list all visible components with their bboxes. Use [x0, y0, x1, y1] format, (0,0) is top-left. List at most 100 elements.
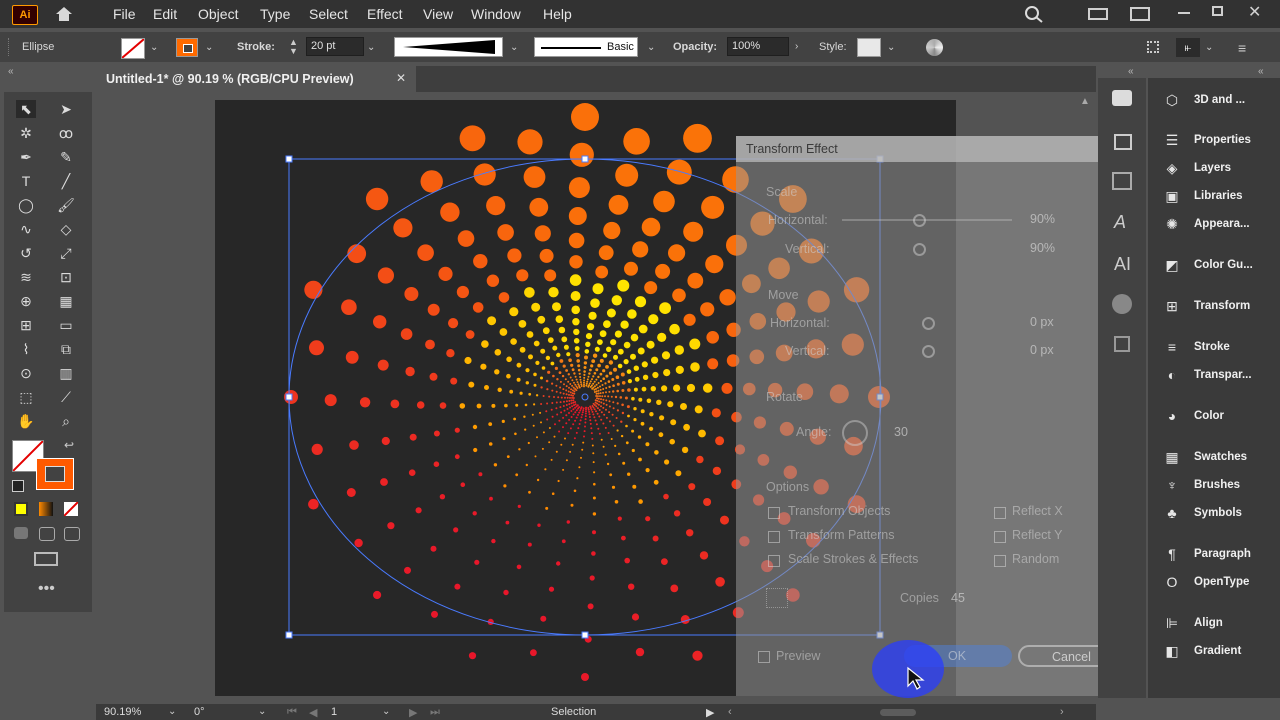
- align-options-icon[interactable]: ⫦: [1176, 38, 1200, 57]
- profile-dropdown-icon[interactable]: ⌄: [510, 42, 518, 53]
- panel-color-gu[interactable]: ◩ Color Gu...: [1148, 253, 1280, 279]
- character-icon[interactable]: A: [1114, 212, 1126, 233]
- opacity-label[interactable]: Opacity:: [673, 41, 717, 53]
- transform-patterns-checkbox[interactable]: [768, 531, 780, 543]
- menu-view[interactable]: View: [423, 6, 453, 22]
- arrange-icon[interactable]: [1147, 41, 1159, 53]
- close-window-icon[interactable]: ✕: [1248, 2, 1261, 22]
- fill-swatch[interactable]: [121, 38, 145, 59]
- transform-objects-checkbox[interactable]: [768, 507, 780, 519]
- stroke-weight-dropdown-icon[interactable]: ⌄: [367, 42, 375, 53]
- gradient-mode-icon[interactable]: [39, 502, 53, 516]
- bounding-box-handle[interactable]: [581, 155, 589, 163]
- zoom-dropdown-icon[interactable]: ⌄: [168, 706, 176, 717]
- reference-point-icon[interactable]: [766, 588, 788, 608]
- export-icon[interactable]: [1114, 134, 1132, 150]
- scale-horizontal-slider[interactable]: [842, 219, 1012, 221]
- move-vertical-thumb[interactable]: [922, 345, 935, 358]
- gradient-tool-icon[interactable]: ▭: [56, 316, 76, 334]
- zoom-level[interactable]: 90.19%: [104, 706, 141, 718]
- align-dropdown-icon[interactable]: ⌄: [1205, 42, 1213, 53]
- stroke-weight-input[interactable]: 20 pt: [306, 37, 364, 56]
- default-colors-icon[interactable]: [12, 480, 24, 492]
- appearance-strip-icon[interactable]: [1112, 294, 1132, 314]
- menu-help[interactable]: Help: [543, 6, 572, 22]
- symbol-sprayer-tool-icon[interactable]: ⊙: [16, 364, 36, 382]
- edit-toolbar-icon[interactable]: •••: [38, 580, 55, 598]
- brush-definition[interactable]: Basic: [534, 37, 638, 57]
- panel-3d-and[interactable]: ⬡ 3D and ...: [1148, 88, 1280, 114]
- panel-brushes[interactable]: ♆ Brushes: [1148, 473, 1280, 499]
- fill-dropdown-icon[interactable]: ⌄: [150, 42, 158, 53]
- workspace-icon[interactable]: [1088, 8, 1108, 20]
- next-artboard-icon[interactable]: ▶: [409, 706, 417, 719]
- zoom-tool-icon[interactable]: ⌕: [56, 412, 76, 430]
- recolor-artwork-icon[interactable]: [926, 39, 943, 56]
- scale-vertical-thumb[interactable]: [913, 243, 926, 256]
- bounding-box-handle[interactable]: [581, 631, 589, 639]
- panel-color[interactable]: ◕ Color: [1148, 404, 1280, 430]
- eraser-tool-icon[interactable]: ◇: [56, 220, 76, 238]
- color-mode-icon[interactable]: [14, 502, 28, 516]
- bounding-box-handle[interactable]: [285, 393, 293, 401]
- move-horizontal-value[interactable]: 0 px: [1030, 315, 1054, 329]
- draw-inside-icon[interactable]: [64, 527, 80, 541]
- angle-value[interactable]: 30: [894, 425, 908, 439]
- home-icon[interactable]: [54, 5, 74, 23]
- restore-icon[interactable]: [1212, 6, 1223, 16]
- reflect-x-checkbox[interactable]: [994, 507, 1006, 519]
- first-artboard-icon[interactable]: ⏮: [287, 706, 297, 719]
- panel-symbols[interactable]: ♣ Symbols: [1148, 501, 1280, 527]
- artboard-number[interactable]: 1: [331, 706, 337, 718]
- menu-effect[interactable]: Effect: [367, 6, 403, 22]
- paintbrush-tool-icon[interactable]: 🖌: [56, 196, 76, 214]
- opacity-expand-icon[interactable]: ›: [795, 41, 798, 52]
- tools-collapse-icon[interactable]: «: [8, 66, 14, 77]
- direct-selection-tool-icon[interactable]: ➤: [56, 100, 76, 118]
- perspective-grid-tool-icon[interactable]: ▦: [56, 292, 76, 310]
- menu-edit[interactable]: Edit: [153, 6, 177, 22]
- prev-artboard-icon[interactable]: ◀: [309, 706, 317, 719]
- stroke-swatch[interactable]: [176, 38, 198, 57]
- shaper-tool-icon[interactable]: ∿: [16, 220, 36, 238]
- draw-normal-icon[interactable]: [14, 527, 28, 539]
- stroke-color-box[interactable]: [36, 458, 74, 490]
- ellipse-tool-icon[interactable]: ◯: [16, 196, 36, 214]
- bounding-box-handle[interactable]: [285, 631, 293, 639]
- bounding-box-handle[interactable]: [285, 155, 293, 163]
- panel-paragraph[interactable]: ¶ Paragraph: [1148, 542, 1280, 568]
- blend-tool-icon[interactable]: ⧉: [56, 340, 76, 358]
- comments-icon[interactable]: [1112, 90, 1132, 106]
- free-transform-tool-icon[interactable]: ⊡: [56, 268, 76, 286]
- dialog-title-bar[interactable]: Transform Effect: [736, 136, 1144, 162]
- preview-checkbox[interactable]: [758, 651, 770, 663]
- document-close-icon[interactable]: ✕: [396, 71, 406, 85]
- rotation-value[interactable]: 0°: [194, 706, 205, 718]
- rotate-tool-icon[interactable]: ↺: [16, 244, 36, 262]
- type-tool-icon[interactable]: T: [16, 172, 36, 190]
- links-icon[interactable]: [1114, 336, 1130, 352]
- eyedropper-tool-icon[interactable]: ⌇: [16, 340, 36, 358]
- panel-layers[interactable]: ◈ Layers: [1148, 156, 1280, 182]
- random-checkbox[interactable]: [994, 555, 1006, 567]
- swap-colors-icon[interactable]: ↩: [64, 438, 74, 452]
- scroll-up-icon[interactable]: ▲: [1080, 96, 1090, 107]
- variable-width-profile[interactable]: [394, 37, 503, 57]
- panel-swatches[interactable]: ▦ Swatches: [1148, 445, 1280, 471]
- scroll-right-icon[interactable]: ›: [1060, 706, 1064, 718]
- panel-gradient[interactable]: ◧ Gradient: [1148, 639, 1280, 665]
- panel-libraries[interactable]: ▣ Libraries: [1148, 184, 1280, 210]
- artboards-icon[interactable]: [1112, 172, 1132, 190]
- last-artboard-icon[interactable]: ⏭: [430, 706, 440, 719]
- panels-expand-icon[interactable]: «: [1258, 66, 1264, 77]
- search-icon[interactable]: [1024, 5, 1044, 23]
- hand-tool-icon[interactable]: ✋: [16, 412, 36, 430]
- reflect-y-checkbox[interactable]: [994, 531, 1006, 543]
- panel-align[interactable]: ⊫ Align: [1148, 611, 1280, 637]
- menu-file[interactable]: File: [113, 6, 136, 22]
- menu-type[interactable]: Type: [260, 6, 290, 22]
- copies-input[interactable]: 45: [951, 591, 965, 605]
- text-icon[interactable]: AI: [1114, 254, 1131, 275]
- stroke-dropdown-icon[interactable]: ⌄: [205, 42, 213, 53]
- arrange-documents-icon[interactable]: [1130, 7, 1150, 21]
